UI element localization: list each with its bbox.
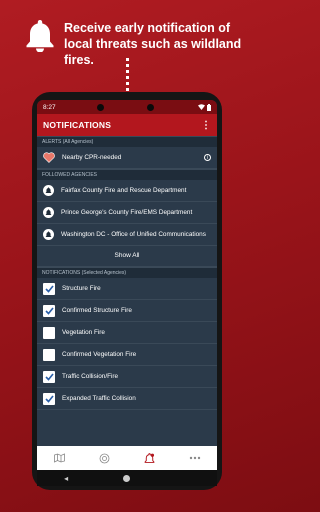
nav-radio-button[interactable] xyxy=(95,448,115,468)
notification-type-item[interactable]: Confirmed Vegetation Fire xyxy=(37,344,217,366)
notification-type-label: Traffic Collision/Fire xyxy=(62,373,119,380)
notification-type-label: Vegetation Fire xyxy=(62,329,105,336)
phone-frame: 8:27 NOTIFICATIONS ⋮ ALERTS (All Agencie… xyxy=(32,92,222,490)
map-icon xyxy=(54,453,65,463)
checkmark-icon xyxy=(44,394,54,403)
notifications-list: Structure Fire Confirmed Structure Fire Ve… xyxy=(37,278,217,410)
bell-icon xyxy=(26,20,54,52)
promo-banner: Receive early notification of local thre… xyxy=(0,0,256,100)
alerts-section-header: ALERTS (All Agencies) xyxy=(37,136,217,147)
checkbox-checked[interactable] xyxy=(43,304,55,317)
agency-label: Fairfax County Fire and Rescue Departmen… xyxy=(61,187,187,194)
notification-bell-icon xyxy=(144,452,155,463)
agency-item[interactable]: Washington DC - Office of Unified Commun… xyxy=(37,224,217,246)
alert-item-label: Nearby CPR-needed xyxy=(62,154,122,161)
agency-bell-icon xyxy=(43,185,54,196)
alert-item-cpr[interactable]: Nearby CPR-needed i xyxy=(37,147,217,169)
notification-type-label: Confirmed Structure Fire xyxy=(62,307,132,314)
agency-bell-icon xyxy=(43,207,54,218)
nav-more-button[interactable] xyxy=(185,448,205,468)
nav-notifications-button[interactable] xyxy=(140,448,160,468)
checkbox-checked[interactable] xyxy=(43,370,55,383)
notification-type-label: Expanded Traffic Collision xyxy=(62,395,136,402)
battery-icon xyxy=(207,103,211,111)
notifications-section-header: NOTIFICATIONS (Selected Agencies) xyxy=(37,267,217,278)
agency-bell-icon xyxy=(43,229,54,240)
more-horiz-icon xyxy=(189,456,200,460)
status-time: 8:27 xyxy=(43,103,56,111)
wifi-icon xyxy=(198,104,205,110)
page-title: NOTIFICATIONS xyxy=(43,120,112,130)
system-navigation-bar: ◂ xyxy=(37,470,217,486)
notification-type-item[interactable]: Structure Fire xyxy=(37,278,217,300)
status-bar: 8:27 xyxy=(37,100,217,114)
app-screen: 8:27 NOTIFICATIONS ⋮ ALERTS (All Agencie… xyxy=(37,100,217,470)
more-vert-icon[interactable]: ⋮ xyxy=(201,120,211,131)
info-icon[interactable]: i xyxy=(204,154,211,161)
agency-label: Washington DC - Office of Unified Commun… xyxy=(61,231,206,238)
agency-label: Prince George's County Fire/EMS Departme… xyxy=(61,209,193,216)
front-camera-left xyxy=(97,104,104,111)
notification-type-label: Confirmed Vegetation Fire xyxy=(62,351,137,358)
heart-icon xyxy=(43,152,55,163)
nav-map-button[interactable] xyxy=(50,448,70,468)
recents-icon[interactable] xyxy=(184,475,190,481)
notification-type-item[interactable]: Vegetation Fire xyxy=(37,322,217,344)
notification-type-label: Structure Fire xyxy=(62,285,101,292)
followed-agencies-header: FOLLOWED AGENCIES xyxy=(37,169,217,180)
checkbox-checked[interactable] xyxy=(43,282,55,295)
notification-type-item[interactable]: Traffic Collision/Fire xyxy=(37,366,217,388)
promo-headline: Receive early notification of local thre… xyxy=(64,21,242,67)
notification-type-item[interactable]: Confirmed Structure Fire xyxy=(37,300,217,322)
front-camera-right xyxy=(147,104,154,111)
checkmark-icon xyxy=(44,306,54,315)
checkbox-unchecked[interactable] xyxy=(43,326,55,339)
radio-icon xyxy=(99,453,110,463)
checkmark-icon xyxy=(44,284,54,293)
checkbox-unchecked[interactable] xyxy=(43,348,55,361)
home-icon[interactable] xyxy=(122,474,130,482)
bottom-navigation xyxy=(37,446,217,470)
agency-item[interactable]: Prince George's County Fire/EMS Departme… xyxy=(37,202,217,224)
app-bar: NOTIFICATIONS ⋮ xyxy=(37,114,217,136)
back-icon[interactable]: ◂ xyxy=(64,474,68,483)
dotted-connector xyxy=(126,58,129,94)
show-all-button[interactable]: Show All xyxy=(37,246,217,267)
checkmark-icon xyxy=(44,372,54,381)
checkbox-checked[interactable] xyxy=(43,392,55,405)
agency-item[interactable]: Fairfax County Fire and Rescue Departmen… xyxy=(37,180,217,202)
status-icons xyxy=(198,103,211,111)
notification-type-item[interactable]: Expanded Traffic Collision xyxy=(37,388,217,410)
